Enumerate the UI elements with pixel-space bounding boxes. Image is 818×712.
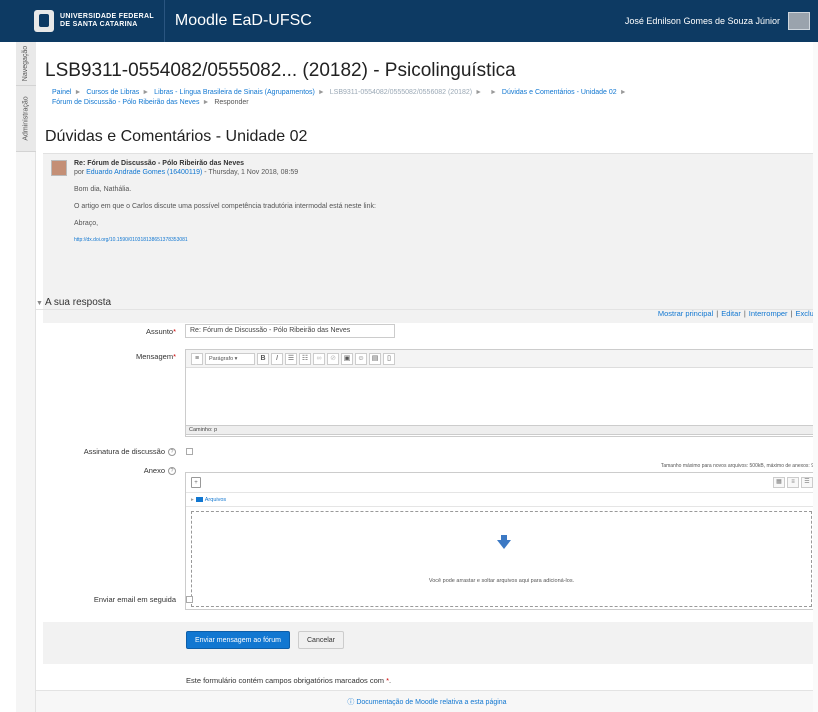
post-text: O artigo em que o Carlos discute uma pos… — [74, 203, 376, 210]
breadcrumb-separator-icon: ► — [490, 89, 497, 96]
forum-heading: Dúvidas e Comentários - Unidade 02 — [45, 128, 308, 145]
reply-section-toggle[interactable]: ▼ A sua resposta — [36, 297, 111, 308]
main-region: LSB9311-0554082/0555082... (20182) - Psi… — [36, 42, 818, 712]
reply-section-legend: A sua resposta — [44, 297, 112, 308]
email-label: Enviar email em seguida — [93, 595, 176, 604]
breadcrumb-item[interactable]: Painel — [52, 89, 71, 96]
folder-icon — [195, 497, 203, 503]
editor-toolbar: ≡ Parágrafo ▾ B I ☰ ☷ ∞ ⊘ ▣ ☺ ▤ ▯ — [186, 350, 817, 368]
drop-zone-text: Você pode arrastar e soltar arquivos aqu… — [428, 578, 575, 584]
download-arrow-icon — [497, 535, 511, 549]
author-avatar[interactable] — [51, 160, 67, 176]
forum-post: Re: Fórum de Discussão - Pólo Ribeirão d… — [43, 153, 818, 323]
moodle-docs-link[interactable]: ⓘ Documentação de Moodle relativa a esta… — [36, 697, 818, 707]
avatar[interactable] — [788, 12, 810, 30]
help-icon[interactable]: ? — [168, 467, 176, 476]
required-icon: * — [173, 327, 176, 336]
post-doi-link[interactable]: http://dx.doi.org/10.1590/01031813865137… — [74, 236, 376, 245]
crest-icon — [34, 10, 54, 32]
message-label: Mensagem* — [135, 352, 176, 361]
post-byline: por Eduardo Andrade Gomes (16400119) - T… — [74, 169, 299, 176]
user-name[interactable]: José Ednilson Gomes de Souza Júnior — [625, 16, 780, 26]
file-drop-zone[interactable]: Você pode arrastar e soltar arquivos aqu… — [191, 511, 812, 607]
breadcrumb-item[interactable]: Dúvidas e Comentários - Unidade 02 — [502, 89, 617, 96]
subject-label: Assunto* — [145, 327, 176, 336]
breadcrumb-separator-icon: ► — [317, 89, 325, 96]
tab-administration[interactable]: Administração — [16, 86, 36, 152]
tree-view-icon[interactable]: ☰ — [801, 477, 813, 488]
breadcrumb-separator-icon: ► — [475, 89, 483, 96]
add-file-icon[interactable]: + — [191, 477, 201, 488]
show-parent-link[interactable]: Mostrar principal — [658, 309, 713, 318]
email-checkbox[interactable] — [186, 596, 193, 603]
breadcrumb-separator-icon: ► — [619, 89, 627, 96]
icon-view-icon[interactable]: ▦ — [773, 477, 785, 488]
paragraph-format-select[interactable]: Parágrafo ▾ — [205, 352, 255, 365]
cancel-button[interactable]: Cancelar — [298, 631, 345, 649]
page-title: LSB9311-0554082/0555082... (20182) - Psi… — [45, 60, 516, 81]
required-fields-note: Este formulário contém campos obrigatóri… — [186, 676, 392, 685]
breadcrumb-separator-icon: ► — [202, 99, 210, 106]
emoticon-icon[interactable]: ☺ — [355, 352, 367, 365]
path-arrow-icon: ▸ — [191, 497, 194, 503]
breadcrumb-item[interactable]: Cursos de Libras — [86, 89, 139, 96]
top-navbar: UNIVERSIDADE FEDERAL DE SANTA CATARINA M… — [0, 0, 818, 42]
university-logo[interactable]: UNIVERSIDADE FEDERAL DE SANTA CATARINA — [34, 0, 165, 42]
required-icon: * — [173, 352, 176, 361]
info-icon: ⓘ — [347, 699, 355, 706]
help-icon[interactable]: ? — [168, 448, 176, 457]
bold-icon[interactable]: B — [257, 352, 269, 365]
side-dock: Navegação Administração — [16, 42, 36, 712]
breadcrumb-item[interactable]: LSB9311-0554082/0555082/0556082 (20182) — [330, 89, 472, 96]
unlink-icon[interactable]: ⊘ — [327, 352, 339, 365]
media-icon[interactable]: ▤ — [369, 352, 381, 365]
page-footer: ⓘ Documentação de Moodle relativa a esta… — [36, 690, 818, 712]
breadcrumb-separator-icon: ► — [142, 89, 150, 96]
university-name-line2: DE SANTA CATARINA — [60, 21, 138, 28]
subject-input[interactable]: Re: Fórum de Discussão - Pólo Ribeirão d… — [185, 324, 395, 338]
post-body: Bom dia, Nathália. O artigo em que o Car… — [74, 185, 376, 253]
scrollbar[interactable] — [813, 42, 818, 712]
edit-link[interactable]: Editar — [721, 309, 741, 318]
breadcrumb: Painel ► Cursos de Libras ► Libras - Língu… — [52, 88, 812, 108]
toolbar-toggle-icon[interactable]: ≡ — [191, 352, 203, 365]
attachment-label: Anexo? — [36, 466, 176, 476]
submit-post-button[interactable]: Enviar mensagem ao fórum — [186, 631, 290, 649]
post-greeting: Bom dia, Nathália. — [74, 186, 132, 193]
breadcrumb-item[interactable]: Libras - Língua Brasileira de Sinais (Ag… — [154, 89, 315, 96]
link-icon[interactable]: ∞ — [313, 352, 325, 365]
message-editor[interactable]: ≡ Parágrafo ▾ B I ☰ ☷ ∞ ⊘ ▣ ☺ ▤ ▯ — [185, 349, 818, 437]
file-path[interactable]: ▸ Arquivos — [186, 493, 817, 507]
breadcrumb-item[interactable]: Fórum de Discussão - Pólo Ribeirão das N… — [52, 99, 199, 106]
post-subject: Re: Fórum de Discussão - Pólo Ribeirão d… — [74, 160, 244, 167]
post-commands: Mostrar principal | Editar | Interromper | Exc… — [657, 309, 818, 318]
breadcrumb-current: Responder — [214, 99, 249, 106]
site-name[interactable]: Moodle EaD-UFSC — [175, 12, 312, 30]
bullet-list-icon[interactable]: ☰ — [285, 352, 297, 365]
image-icon[interactable]: ▣ — [341, 352, 353, 365]
form-actions: Enviar mensagem ao fórum Cancelar — [43, 622, 818, 664]
split-link[interactable]: Interromper — [749, 309, 788, 318]
post-signoff: Abraço, — [74, 220, 99, 227]
italic-icon[interactable]: I — [271, 352, 283, 365]
attachment-max-size: Tamanho máximo para novos arquivos: 500k… — [660, 463, 814, 469]
caret-down-icon: ▼ — [36, 300, 43, 307]
post-date: - Thursday, 1 Nov 2018, 08:59 — [204, 169, 299, 176]
file-picker: + ▦ ≡ ☰ ▸ Arquivos Você pode arrastar e s… — [185, 472, 818, 610]
university-name-line1: UNIVERSIDADE FEDERAL — [60, 13, 154, 20]
signature-label: Assinatura de discussão? — [36, 447, 176, 457]
signature-checkbox[interactable] — [186, 448, 193, 455]
numbered-list-icon[interactable]: ☷ — [299, 352, 311, 365]
divider — [36, 309, 818, 310]
breadcrumb-separator-icon: ► — [74, 89, 82, 96]
post-author-link[interactable]: Eduardo Andrade Gomes (16400119) — [86, 169, 202, 176]
editor-path: Caminho: p — [185, 425, 818, 435]
list-view-icon[interactable]: ≡ — [787, 477, 799, 488]
tab-navigation[interactable]: Navegação — [16, 42, 36, 86]
file-icon[interactable]: ▯ — [383, 352, 395, 365]
